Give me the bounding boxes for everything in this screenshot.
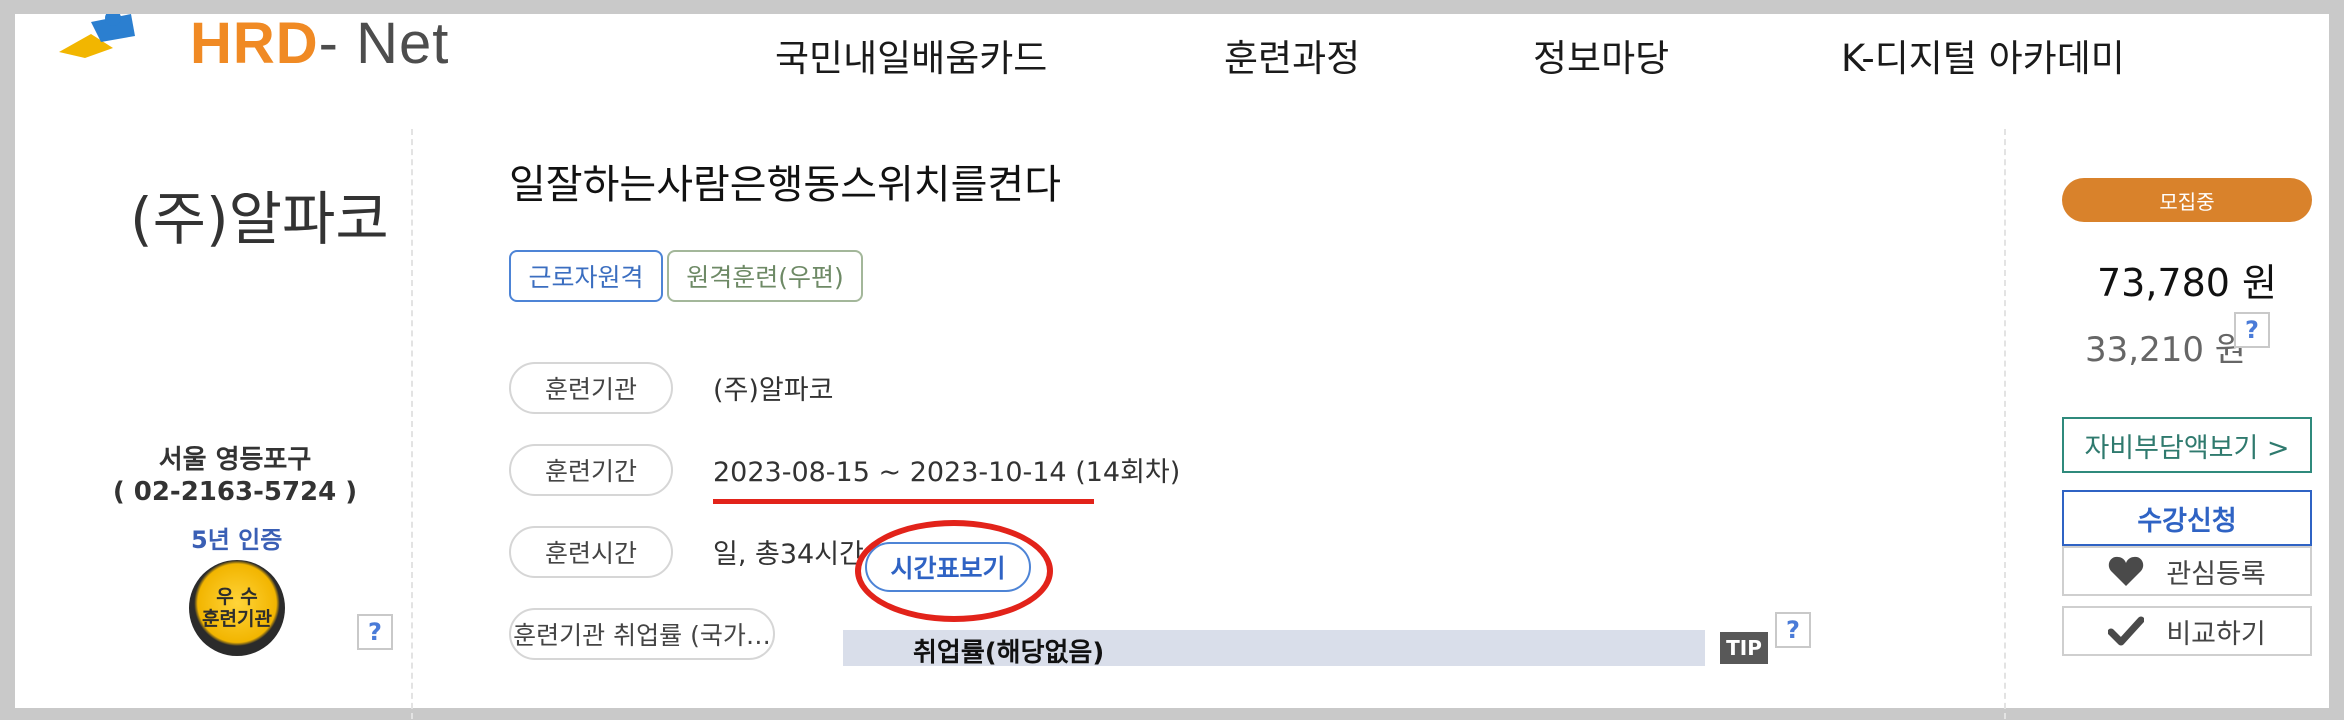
certification-label: 5년 인증: [191, 526, 283, 554]
page-card: HRD- Net 국민내일배움카드 훈련과정 정보마당 K-디지털 아카데미 (…: [15, 10, 2329, 719]
course-price: 73,780 원: [2096, 261, 2277, 305]
timetable-button[interactable]: 시간표보기: [865, 542, 1031, 592]
heart-icon: [2108, 555, 2144, 587]
institution-name: (주)알파코: [130, 185, 389, 253]
course-title: 일잘하는사람은행동스위치를켠다: [509, 162, 1061, 208]
value-training-institution: (주)알파코: [713, 375, 834, 406]
label-training-hours: 훈련시간: [509, 526, 673, 578]
divider-left: [411, 129, 413, 719]
check-icon: [2108, 616, 2145, 646]
badge-line-2: 훈련기관: [202, 608, 272, 630]
interest-label: 관심등록: [2166, 558, 2266, 590]
label-training-period: 훈련기간: [509, 444, 673, 496]
price-help-button[interactable]: ?: [2234, 312, 2270, 348]
nav-national-card[interactable]: 국민내일배움카드: [775, 28, 1047, 82]
nav-info[interactable]: 정보마당: [1533, 28, 1669, 82]
logo-brand: HRD: [190, 11, 319, 76]
badge-line-1: 우 수: [216, 586, 258, 608]
value-training-period: 2023-08-15 ~ 2023-10-14 (14회차): [713, 457, 1181, 488]
logo-mark-icon: [59, 10, 135, 58]
apply-button[interactable]: 수강신청: [2062, 490, 2312, 546]
label-employment-rate[interactable]: 훈련기관 취업률 (국가…: [509, 608, 775, 660]
logo-text[interactable]: HRD- Net: [190, 10, 449, 77]
institution-help-button[interactable]: ?: [357, 614, 393, 650]
institution-contact: 서울 영등포구 ( 02-2163-5724 ): [75, 444, 395, 508]
tip-badge[interactable]: TIP: [1720, 632, 1768, 664]
nav-k-digital[interactable]: K-디지털 아카데미: [1841, 28, 2125, 82]
self-pay-view-button[interactable]: 자비부담액보기 >: [2062, 417, 2312, 473]
employment-rate-bar: 취업률(해당없음): [843, 630, 1705, 668]
institution-phone: ( 02-2163-5724 ): [112, 477, 358, 507]
excellent-institution-badge-icon: 우 수 훈련기관: [189, 560, 285, 656]
hrd-net-logo[interactable]: [51, 10, 191, 62]
employment-rate-value: 취업률(해당없음): [913, 638, 1105, 668]
divider-right: [2004, 129, 2006, 719]
tag-worker-remote: 근로자원격: [509, 250, 663, 302]
compare-button[interactable]: 비교하기: [2062, 606, 2312, 656]
employment-help-button[interactable]: ?: [1775, 612, 1811, 648]
self-pay-price: 33,210 원: [2085, 330, 2247, 370]
value-training-hours: 일, 총34시간: [713, 539, 864, 570]
compare-label: 비교하기: [2166, 618, 2266, 650]
logo-suffix: - Net: [318, 11, 450, 76]
tag-remote-mail: 원격훈련(우편): [667, 250, 863, 302]
label-training-institution: 훈련기관: [509, 362, 673, 414]
interest-button[interactable]: 관심등록: [2062, 546, 2312, 596]
institution-address: 서울 영등포구: [158, 445, 312, 475]
nav-training-courses[interactable]: 훈련과정: [1224, 28, 1360, 82]
recruiting-status-badge: 모집중: [2062, 178, 2312, 222]
period-highlight-underline: [713, 499, 1094, 504]
